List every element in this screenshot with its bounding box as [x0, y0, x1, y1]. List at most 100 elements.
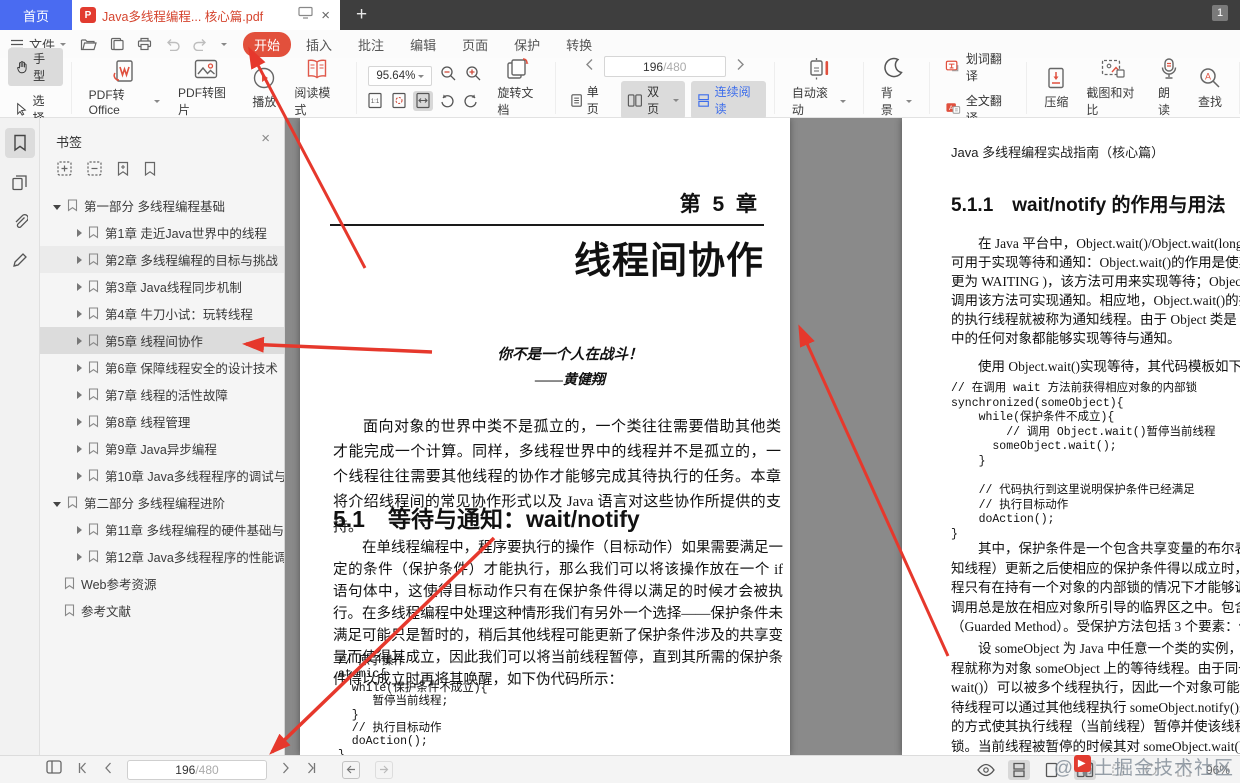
- bookmark-item[interactable]: 第4章 牛刀小试：玩转线程: [40, 300, 284, 327]
- bookmark-item[interactable]: 第一部分 多线程编程基础: [40, 192, 284, 219]
- read-mode-button[interactable]: 阅读模式: [285, 55, 348, 120]
- single-page-button[interactable]: 单页: [564, 81, 616, 119]
- pdf-to-office-button[interactable]: PDF转Office: [80, 57, 169, 119]
- view-back-icon[interactable]: [342, 760, 360, 779]
- tab-document[interactable]: P Java多线程编程... 核心篇.pdf ×: [72, 0, 340, 30]
- prev-page-icon[interactable]: [585, 58, 594, 76]
- bookmark-item[interactable]: 第9章 Java异步编程: [40, 435, 284, 462]
- continuous-view-icon[interactable]: [1007, 759, 1030, 780]
- menu-tab[interactable]: 保护: [503, 32, 551, 57]
- fullscreen-icon[interactable]: [1173, 760, 1195, 780]
- tree-toggle-icon[interactable]: [53, 501, 61, 507]
- menu-tab[interactable]: 页面: [451, 32, 499, 57]
- print-icon[interactable]: [137, 37, 152, 51]
- rotate-right-icon[interactable]: [461, 91, 481, 111]
- bookmark-item[interactable]: 参考文献: [40, 597, 284, 624]
- last-page-icon[interactable]: [305, 761, 317, 779]
- zoom-level-select[interactable]: 95.64%: [368, 65, 433, 86]
- bookmark-item[interactable]: 第11章 多线程编程的硬件基础与Jav: [40, 516, 284, 543]
- single-page-view-icon[interactable]: [1041, 760, 1063, 780]
- menu-tab[interactable]: 批注: [347, 32, 395, 57]
- save-icon[interactable]: [110, 37, 124, 51]
- bookmark-plain-icon[interactable]: [143, 161, 157, 182]
- tree-toggle-icon[interactable]: [77, 552, 82, 561]
- play-button[interactable]: 播放: [243, 64, 285, 112]
- page-number-input[interactable]: 196/480: [603, 56, 726, 77]
- bookmark-item[interactable]: 第3章 Java线程同步机制: [40, 273, 284, 300]
- tree-toggle-icon[interactable]: [77, 417, 82, 426]
- next-page-icon[interactable]: [736, 58, 745, 76]
- actual-size-button[interactable]: 1:1: [365, 91, 385, 111]
- rotate-view-icon[interactable]: [1140, 760, 1162, 780]
- rotate-left-icon[interactable]: [437, 91, 457, 111]
- bookmark-item[interactable]: 第10章 Java多线程程序的调试与测: [40, 462, 284, 489]
- pdf-to-image-button[interactable]: PDF转图片: [169, 55, 243, 120]
- crop-tool-icon[interactable]: [1107, 760, 1129, 780]
- redo-icon[interactable]: [193, 38, 208, 51]
- bookmark-item[interactable]: 第8章 线程管理: [40, 408, 284, 435]
- menu-tab[interactable]: 转换: [555, 32, 603, 57]
- tree-toggle-icon[interactable]: [77, 309, 82, 318]
- tab-close-icon[interactable]: ×: [319, 7, 332, 24]
- background-button[interactable]: 背景: [872, 55, 921, 120]
- bookmark-item[interactable]: Web参考资源: [40, 570, 284, 597]
- bookmarks-panel-button[interactable]: [4, 128, 35, 158]
- tree-toggle-icon[interactable]: [77, 336, 82, 345]
- menu-tab[interactable]: 编辑: [399, 32, 447, 57]
- next-page-icon[interactable]: [282, 761, 290, 779]
- compress-button[interactable]: 压缩: [1035, 64, 1077, 112]
- screenshot-compare-button[interactable]: 截图和对比: [1077, 55, 1149, 120]
- bookmark-item[interactable]: 第6章 保障线程安全的设计技术: [40, 354, 284, 381]
- fit-page-button[interactable]: [389, 91, 409, 111]
- tree-toggle-icon[interactable]: [77, 471, 82, 480]
- hand-tool-button[interactable]: 手型: [8, 47, 63, 86]
- new-tab-button[interactable]: +: [340, 0, 383, 30]
- word-translate-button[interactable]: 划词翻译: [938, 48, 1019, 86]
- undo-icon[interactable]: [165, 38, 180, 51]
- tree-toggle-icon[interactable]: [77, 525, 82, 534]
- tree-toggle-icon[interactable]: [77, 255, 82, 264]
- bookmark-item[interactable]: 第二部分 多线程编程进阶: [40, 489, 284, 516]
- present-mode-icon[interactable]: [298, 6, 313, 24]
- bookmark-item[interactable]: 第5章 线程间协作: [40, 327, 284, 354]
- bookmark-item[interactable]: 第2章 多线程编程的目标与挑战: [40, 246, 284, 273]
- bookmark-item[interactable]: 第1章 走近Java世界中的线程: [40, 219, 284, 246]
- rotate-document-button[interactable]: 旋转文档: [488, 55, 546, 120]
- tree-toggle-icon[interactable]: [77, 228, 82, 237]
- signature-panel-button[interactable]: [5, 245, 35, 275]
- notification-badge[interactable]: 1: [1212, 5, 1228, 21]
- tab-home[interactable]: 首页: [0, 0, 72, 30]
- attachments-panel-button[interactable]: [5, 206, 35, 236]
- read-aloud-button[interactable]: 朗读: [1149, 55, 1189, 120]
- collapse-all-icon[interactable]: [86, 160, 103, 182]
- double-page-button[interactable]: 双页: [621, 81, 686, 119]
- more-actions-icon[interactable]: [221, 43, 228, 49]
- zoom-in-icon[interactable]: [465, 65, 482, 87]
- thumbnails-panel-button[interactable]: [5, 167, 35, 197]
- status-page-input[interactable]: 196/480: [127, 759, 267, 780]
- zoom-out-icon[interactable]: [440, 65, 457, 87]
- tree-toggle-icon[interactable]: [77, 444, 82, 453]
- bookmark-item[interactable]: 第12章 Java多线程程序的性能调校: [40, 543, 284, 570]
- find-button[interactable]: A 查找: [1189, 64, 1231, 112]
- prev-page-icon[interactable]: [104, 761, 112, 779]
- tree-toggle-icon[interactable]: [77, 282, 82, 291]
- menu-tab[interactable]: 开始: [243, 31, 292, 57]
- continuous-read-button[interactable]: 连续阅读: [691, 81, 766, 119]
- add-bookmark-icon[interactable]: [116, 161, 130, 182]
- fit-width-button[interactable]: [413, 90, 434, 111]
- expand-all-icon[interactable]: [56, 160, 73, 182]
- view-forward-icon[interactable]: [375, 760, 393, 779]
- eye-protection-icon[interactable]: [975, 760, 997, 780]
- open-folder-icon[interactable]: [80, 37, 97, 51]
- double-page-view-icon[interactable]: [1073, 759, 1096, 780]
- tree-toggle-icon[interactable]: [77, 363, 82, 372]
- tree-toggle-icon[interactable]: [77, 390, 82, 399]
- menu-tab[interactable]: 插入: [295, 32, 343, 57]
- toggle-sidebar-icon[interactable]: [46, 760, 62, 779]
- tree-toggle-icon[interactable]: [53, 204, 61, 210]
- bookmark-item[interactable]: 第7章 线程的活性故障: [40, 381, 284, 408]
- first-page-icon[interactable]: [77, 761, 89, 779]
- panel-close-icon[interactable]: ×: [261, 130, 270, 147]
- auto-scroll-button[interactable]: 自动滚动: [783, 55, 855, 120]
